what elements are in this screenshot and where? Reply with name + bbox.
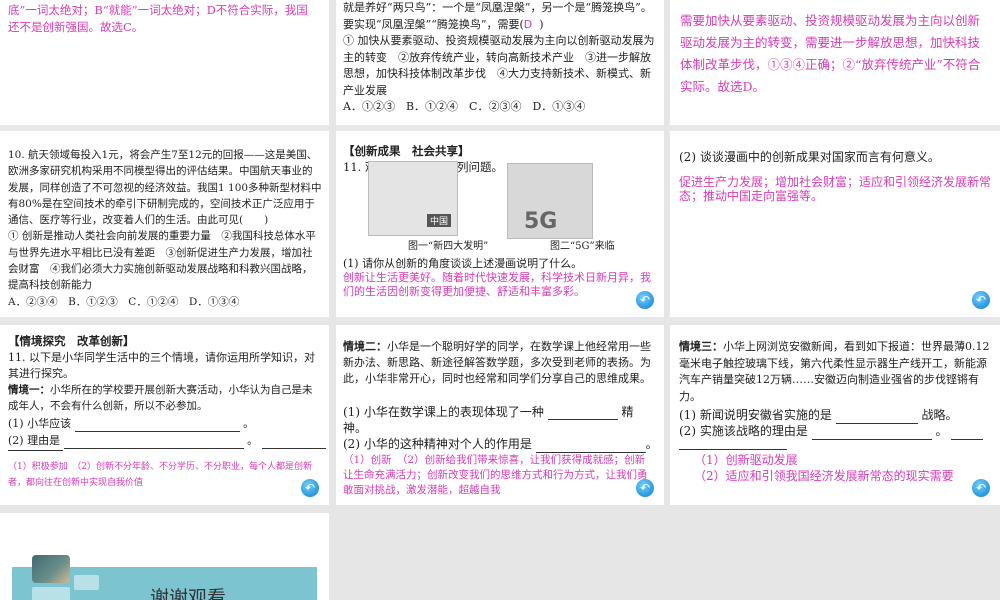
answer-text: 创新让生活更美好。随着时代快速发展，科学技术日新月异，我们的生活因创新变得更加便… <box>343 271 651 298</box>
question-options: A．①②③ B．①②④ C．②③④ D．①③④ <box>343 100 586 113</box>
slide-thumbnail-2[interactable]: 就是养好“两只鸟”：一个是“凤凰涅槃”，另一个是“腾笼换鸟”。要实现“凤凰涅槃”… <box>336 0 664 125</box>
caption-figure-1: 图一“新四大发明” <box>408 241 489 252</box>
blank-question-2: (2) 小华的这种精神对个人的作用是 。 <box>343 437 658 453</box>
answer-blank[interactable] <box>261 437 326 449</box>
comic-image-new-inventions: 中国 <box>368 161 458 236</box>
answer-text-2: （2）适应和引领我国经济发展新常态的现实需要 <box>694 469 954 483</box>
answer-text: 底”一词太绝对；B“就能”一词太绝对；D不符合实际，我国还不是创新强国。故选C。 <box>8 3 308 34</box>
scene-body: 小华所在的学校要开展创新大赛活动，小华认为自己是未成年人，不会有什么创新，所以不… <box>8 384 313 412</box>
answer-text: （1）创新 （2）创新给我们带来惊喜，让我们获得成就感；创新让生命充满活力；创新… <box>343 454 648 496</box>
question-items: ① 加快从要素驱动、投资规模驱动发展为主向以创新驱动发展为主的转变 ②放弃传统产… <box>343 34 655 97</box>
answer-blank[interactable] <box>8 439 63 451</box>
scene-label: 情境一： <box>8 384 50 396</box>
sub-question: (1) 请你从创新的角度谈谈上述漫画说明了什么。 <box>343 257 583 270</box>
answer-text: （1）积极参加 （2）创新不分年龄、不分学历、不分职业，每个人都是创新者，都向往… <box>8 462 312 488</box>
slide-thumbnail-10[interactable]: 谢谢观看 <box>0 513 329 600</box>
question-label: (1) 小华应该 <box>8 417 72 430</box>
question-options: A．②③④ B．①②③ C．①②④ D．①③④ <box>8 295 240 308</box>
question-text: 就是养好“两只鸟”：一个是“凤凰涅槃”，另一个是“腾笼换鸟”。要实现“凤凰涅槃”… <box>343 0 661 116</box>
answer-blank[interactable] <box>74 420 240 432</box>
answer-text: 促进生产力发展；增加社会财富；适应和引领经济发展新常态；推动中国走向富强等。 <box>679 175 992 203</box>
comic-image-5g: 5G <box>507 163 593 239</box>
scene-body: 小华是一个聪明好学的同学，在数学课上他经常用一些新办法、新思路、新途径解答数学题… <box>343 340 651 385</box>
question-stem: 就是养好“两只鸟”：一个是“凤凰涅槃”，另一个是“腾笼换鸟”。要实现“凤凰涅槃”… <box>343 1 652 31</box>
question-label: (2) 小华的这种精神对个人的作用是 <box>343 437 532 451</box>
back-arrow-icon[interactable]: ↶ <box>636 479 654 497</box>
scene-text: 情境二：小华是一个聪明好学的同学，在数学课上他经常用一些新办法、新思路、新途径解… <box>343 339 657 387</box>
scene-text: 情境一：小华所在的学校要开展创新大赛活动，小华认为自己是未成年人，不会有什么创新… <box>8 382 322 414</box>
question-text: 10. 航天领域每投入1元，将会产生7至12元的回报——这是美国、欧洲多家研究机… <box>8 147 322 310</box>
chalkboard-image <box>32 555 70 583</box>
slide-thumbnail-8[interactable]: 情境二：小华是一个聪明好学的同学，在数学课上他经常用一些新办法、新思路、新途径解… <box>336 325 664 505</box>
back-arrow-icon[interactable]: ↶ <box>301 479 319 497</box>
question-stem: 10. 航天领域每投入1元，将会产生7至12元的回报——这是美国、欧洲多家研究机… <box>8 149 322 227</box>
decorative-square <box>32 587 70 600</box>
question-label: (1) 小华在数学课上的表现体现了一种 <box>343 405 544 419</box>
answer-blank[interactable] <box>951 428 984 440</box>
slide-thumbnail-6[interactable]: (2) 谈谈漫画中的创新成果对国家而言有何意义。 促进生产力发展；增加社会财富；… <box>670 131 1000 317</box>
answer-letter: D <box>523 17 533 31</box>
question-close: ) <box>539 17 544 31</box>
slide-thumbnail-5[interactable]: 【创新成果 社会共享】 11. 观察漫画，回答下列问题。 中国 5G 图一“新四… <box>336 131 664 317</box>
slide-thumbnail-3[interactable]: 需要加快从要素驱动、投资规模驱动发展为主向以创新驱动发展为主的转变，需要进一步解… <box>670 0 1000 125</box>
thanks-title: 谢谢观看 <box>150 587 227 600</box>
question-label: (2) 实施该战略的理由是 <box>679 424 808 438</box>
decorative-square <box>74 575 99 590</box>
scene-label: 情境三： <box>679 340 723 353</box>
answer-blank[interactable] <box>547 408 618 420</box>
section-heading: 【情境探究 改革创新】 <box>8 334 135 348</box>
back-arrow-icon[interactable]: ↶ <box>636 291 654 309</box>
answer-blank[interactable] <box>811 428 932 440</box>
scene-body: 小华上网浏览安徽新闻，看到如下报道：世界最薄0.12毫米电子触控玻璃下线，第六代… <box>679 340 990 403</box>
question-label: (1) 新闻说明安徽省实施的是 <box>679 408 832 422</box>
sub-question: (2) 谈谈漫画中的创新成果对国家而言有何意义。 <box>679 150 940 164</box>
section-heading: 【创新成果 社会共享】 <box>343 144 470 158</box>
comic-label: 中国 <box>426 214 451 227</box>
question-text: 11. 以下是小华同学生活中的三个情境，请你运用所学知识，对其进行探究。 <box>8 351 315 380</box>
answer-text: 需要加快从要素驱动、投资规模驱动发展为主向以创新驱动发展为主的转变，需要进一步解… <box>680 13 981 94</box>
blank-question-1: (1) 小华应该 。 <box>8 417 255 432</box>
blank-question-1: (1) 小华在数学课上的表现体现了一种 精神。 <box>343 404 657 436</box>
blank-question-1: (1) 新闻说明安徽省实施的是 战略。 <box>679 407 958 424</box>
slide-thumbnail-9[interactable]: 情境三：小华上网浏览安徽新闻，看到如下报道：世界最薄0.12毫米电子触控玻璃下线… <box>670 325 1000 505</box>
slide-thumbnail-7[interactable]: 【情境探究 改革创新】 11. 以下是小华同学生活中的三个情境，请你运用所学知识… <box>0 325 329 505</box>
question-end: 战略。 <box>921 408 958 422</box>
answer-text-1: （1）创新驱动发展 <box>694 453 798 467</box>
slide-thumbnail-4[interactable]: 10. 航天领域每投入1元，将会产生7至12元的回报——这是美国、欧洲多家研究机… <box>0 131 329 317</box>
back-arrow-icon[interactable]: ↶ <box>972 291 990 309</box>
question-items: ① 创新是推动人类社会向前发展的重要力量 ②我国科技总体水平与世界先进水平相比已… <box>8 230 316 292</box>
back-arrow-icon[interactable]: ↶ <box>972 479 990 497</box>
answer-blank[interactable] <box>679 438 787 450</box>
scene-label: 情境二： <box>343 340 387 353</box>
scene-text: 情境三：小华上网浏览安徽新闻，看到如下报道：世界最薄0.12毫米电子触控玻璃下线… <box>679 339 993 405</box>
answer-blank[interactable] <box>535 441 646 453</box>
answer-blank[interactable] <box>63 437 244 449</box>
caption-figure-2: 图二“5G”来临 <box>550 241 615 252</box>
slide-thumbnail-1[interactable]: 底”一词太绝对；B“就能”一词太绝对；D不符合实际，我国还不是创新强国。故选C。 <box>0 0 329 125</box>
comic-label: 5G <box>524 209 558 234</box>
